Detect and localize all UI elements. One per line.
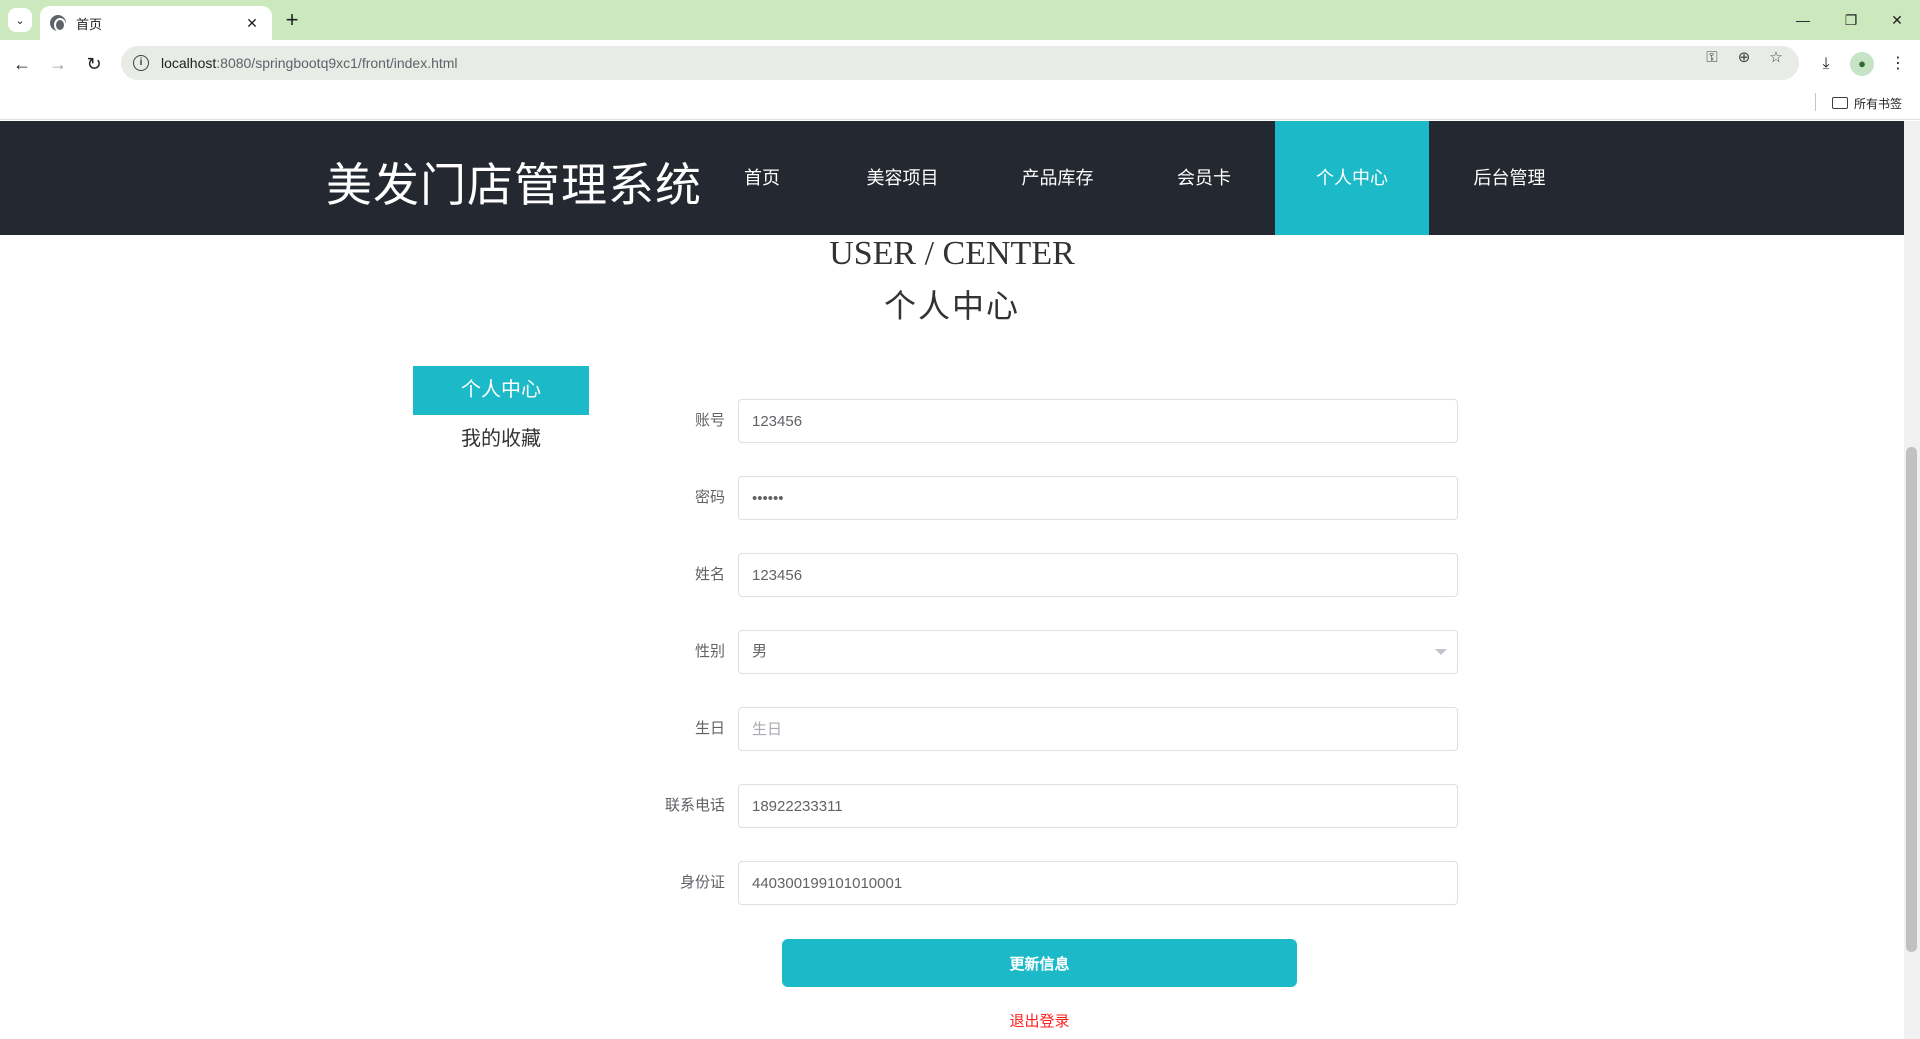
idcard-label: 身份证 <box>679 874 725 891</box>
new-tab-button[interactable]: + <box>280 9 304 33</box>
form-row-gender: 性别 男 <box>640 630 1458 674</box>
sidebar-item-my-favorites[interactable]: 我的收藏 <box>413 415 589 464</box>
sidebar-item-user-center[interactable]: 个人中心 <box>413 366 589 415</box>
password-input[interactable] <box>738 476 1458 520</box>
url-text: localhost:8080/springbootq9xc1/front/ind… <box>161 55 458 71</box>
back-icon[interactable]: ← <box>8 50 36 78</box>
nav-item-user-center[interactable]: 个人中心 <box>1275 121 1429 235</box>
tab-strip: ⌄ 首页 ✕ + — ❐ ✕ <box>0 0 1920 40</box>
name-input[interactable] <box>738 553 1458 597</box>
update-info-button[interactable]: 更新信息 <box>782 939 1297 987</box>
form-row-password: 密码 <box>640 476 1458 520</box>
phone-label: 联系电话 <box>664 797 725 814</box>
download-icon[interactable]: ⤓ <box>1814 52 1838 76</box>
password-key-icon[interactable]: ⚿ <box>1702 48 1722 68</box>
bookmarks-bar: 所有书签 <box>0 86 1920 120</box>
chevron-down-icon: ⌄ <box>15 14 25 27</box>
folder-icon <box>1832 97 1848 109</box>
idcard-input[interactable] <box>738 861 1458 905</box>
tab-search-button[interactable]: ⌄ <box>8 8 32 32</box>
bookmarks-separator <box>1815 93 1816 111</box>
page-viewport: 美发门店管理系统 首页 美容项目 产品库存 会员卡 个人中心 后台管理 USER… <box>0 121 1904 1039</box>
forward-icon[interactable]: → <box>44 50 72 78</box>
name-label: 姓名 <box>694 566 725 583</box>
nav-item-admin[interactable]: 后台管理 <box>1462 121 1557 235</box>
gender-select[interactable]: 男 <box>738 630 1458 674</box>
account-input[interactable] <box>738 399 1458 443</box>
site-header: 美发门店管理系统 首页 美容项目 产品库存 会员卡 个人中心 后台管理 <box>0 121 1904 235</box>
form-row-idcard: 身份证 <box>640 861 1458 905</box>
profile-avatar-icon[interactable]: ● <box>1850 52 1874 76</box>
nav-item-member-card[interactable]: 会员卡 <box>1166 121 1242 235</box>
account-label: 账号 <box>694 412 725 429</box>
form-row-phone: 联系电话 <box>640 784 1458 828</box>
caret-down-icon <box>1435 649 1447 655</box>
birthday-label: 生日 <box>694 720 725 737</box>
tab-title: 首页 <box>76 16 103 32</box>
bookmark-star-icon[interactable]: ☆ <box>1766 48 1786 68</box>
form-row-account: 账号 <box>640 399 1458 443</box>
restore-icon[interactable]: ❐ <box>1828 6 1874 34</box>
form-row-name: 姓名 <box>640 553 1458 597</box>
all-bookmarks-button[interactable]: 所有书签 <box>1832 93 1902 113</box>
password-label: 密码 <box>694 489 725 506</box>
site-info-icon[interactable]: i <box>133 55 149 71</box>
nav-item-home[interactable]: 首页 <box>724 121 800 235</box>
globe-icon <box>50 15 66 32</box>
reload-icon[interactable]: ↻ <box>80 50 108 78</box>
browser-tab[interactable]: 首页 ✕ <box>40 6 272 40</box>
scrollbar-thumb[interactable] <box>1906 447 1917 952</box>
close-icon[interactable]: ✕ <box>242 15 262 32</box>
minimize-icon[interactable]: — <box>1780 6 1826 34</box>
zoom-icon[interactable]: ⊕ <box>1734 48 1754 68</box>
gender-label: 性别 <box>694 643 725 660</box>
all-bookmarks-label: 所有书签 <box>1854 96 1903 111</box>
menu-kebab-icon[interactable]: ⋮ <box>1886 52 1910 76</box>
phone-input[interactable] <box>738 784 1458 828</box>
nav-item-product-stock[interactable]: 产品库存 <box>1010 121 1105 235</box>
section-title-cn: 个人中心 <box>883 287 1020 325</box>
window-close-icon[interactable]: ✕ <box>1874 6 1920 34</box>
address-bar[interactable]: i localhost:8080/springbootq9xc1/front/i… <box>121 46 1799 80</box>
nav-item-beauty-projects[interactable]: 美容项目 <box>855 121 950 235</box>
gender-selected-value: 男 <box>752 643 768 660</box>
browser-toolbar: ← → ↻ i localhost:8080/springbootq9xc1/f… <box>0 40 1920 86</box>
url-path: :8080/springbootq9xc1/front/index.html <box>216 55 458 71</box>
logout-link[interactable]: 退出登录 <box>782 1010 1297 1031</box>
url-host: localhost <box>161 55 217 71</box>
section-title-en: USER / CENTER <box>829 235 1075 272</box>
birthday-input[interactable] <box>738 707 1458 751</box>
form-row-birthday: 生日 <box>640 707 1458 751</box>
site-title: 美发门店管理系统 <box>326 158 702 212</box>
